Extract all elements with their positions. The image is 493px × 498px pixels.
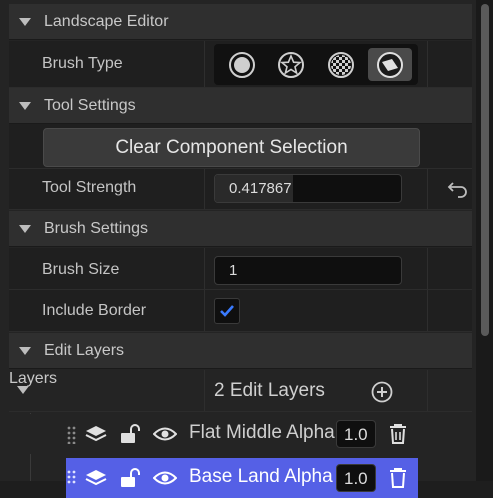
section-title: Landscape Editor [44, 12, 169, 30]
edit-layers-count: 2 Edit Layers [214, 380, 325, 401]
include-border-label: Include Border [42, 302, 147, 319]
layers-label: Layers [9, 370, 58, 387]
brush-type-alpha-button[interactable] [269, 48, 313, 81]
drag-handle-icon[interactable] [67, 426, 77, 444]
section-header-tool-settings[interactable]: Tool Settings [9, 88, 472, 124]
tool-strength-value: 0.417867 [229, 180, 292, 197]
section-header-landscape-editor[interactable]: Landscape Editor [9, 4, 472, 40]
tool-strength-label: Tool Strength [42, 179, 137, 196]
section-title: Edit Layers [44, 341, 125, 359]
layer-name[interactable]: Flat Middle Alpha [189, 422, 339, 444]
delete-icon[interactable] [388, 467, 408, 489]
clear-component-selection-button[interactable]: Clear Component Selection [43, 128, 420, 167]
delete-icon[interactable] [388, 423, 408, 445]
section-title: Tool Settings [44, 96, 136, 114]
brush-type-selector [214, 44, 418, 85]
section-title: Brush Settings [44, 219, 149, 237]
layer-item-selected[interactable]: Base Land Alpha 1.0 [66, 458, 418, 498]
include-border-row: Include Border [9, 290, 472, 332]
reset-to-default-icon[interactable] [447, 178, 469, 198]
unlock-icon[interactable] [119, 423, 141, 445]
unlock-icon[interactable] [119, 467, 141, 489]
brush-size-input[interactable]: 1 [214, 256, 402, 285]
chevron-down-icon[interactable] [17, 386, 29, 394]
brush-type-label: Brush Type [42, 55, 123, 72]
brush-size-value: 1 [229, 262, 238, 279]
component-brush-icon [377, 51, 403, 78]
layers-icon [85, 426, 107, 442]
pattern-brush-icon [328, 51, 354, 78]
chevron-down-icon [19, 17, 31, 26]
section-header-brush-settings[interactable]: Brush Settings [9, 211, 472, 247]
chevron-down-icon [19, 101, 31, 110]
details-panel: Landscape Editor Brush Type Tool Setting… [0, 0, 493, 498]
include-border-checkbox[interactable] [214, 298, 240, 324]
layer-name[interactable]: Base Land Alpha [189, 466, 339, 488]
tool-strength-slider[interactable]: 0.417867 [214, 174, 402, 203]
chevron-down-icon [19, 224, 31, 233]
layers-icon [85, 470, 107, 486]
layers-row: Layers 2 Edit Layers [9, 370, 472, 412]
scrollbar-thumb[interactable] [481, 4, 489, 336]
brush-type-circle-button[interactable] [220, 48, 264, 81]
brush-size-label: Brush Size [42, 261, 120, 278]
circle-brush-icon [229, 51, 255, 78]
layer-alpha-input[interactable]: 1.0 [336, 420, 376, 448]
add-layer-icon[interactable] [371, 381, 393, 403]
alpha-brush-icon [278, 51, 304, 78]
chevron-down-icon [19, 346, 31, 355]
layer-item[interactable]: Flat Middle Alpha 1.0 [30, 414, 418, 454]
eye-icon[interactable] [153, 469, 177, 487]
brush-type-pattern-button[interactable] [319, 48, 363, 81]
drag-handle-icon[interactable] [67, 470, 77, 488]
brush-type-component-button[interactable] [368, 48, 412, 81]
layer-alpha-input[interactable]: 1.0 [336, 464, 376, 492]
checkmark-icon [220, 305, 234, 317]
eye-icon[interactable] [153, 425, 177, 443]
section-header-edit-layers[interactable]: Edit Layers [9, 333, 472, 369]
